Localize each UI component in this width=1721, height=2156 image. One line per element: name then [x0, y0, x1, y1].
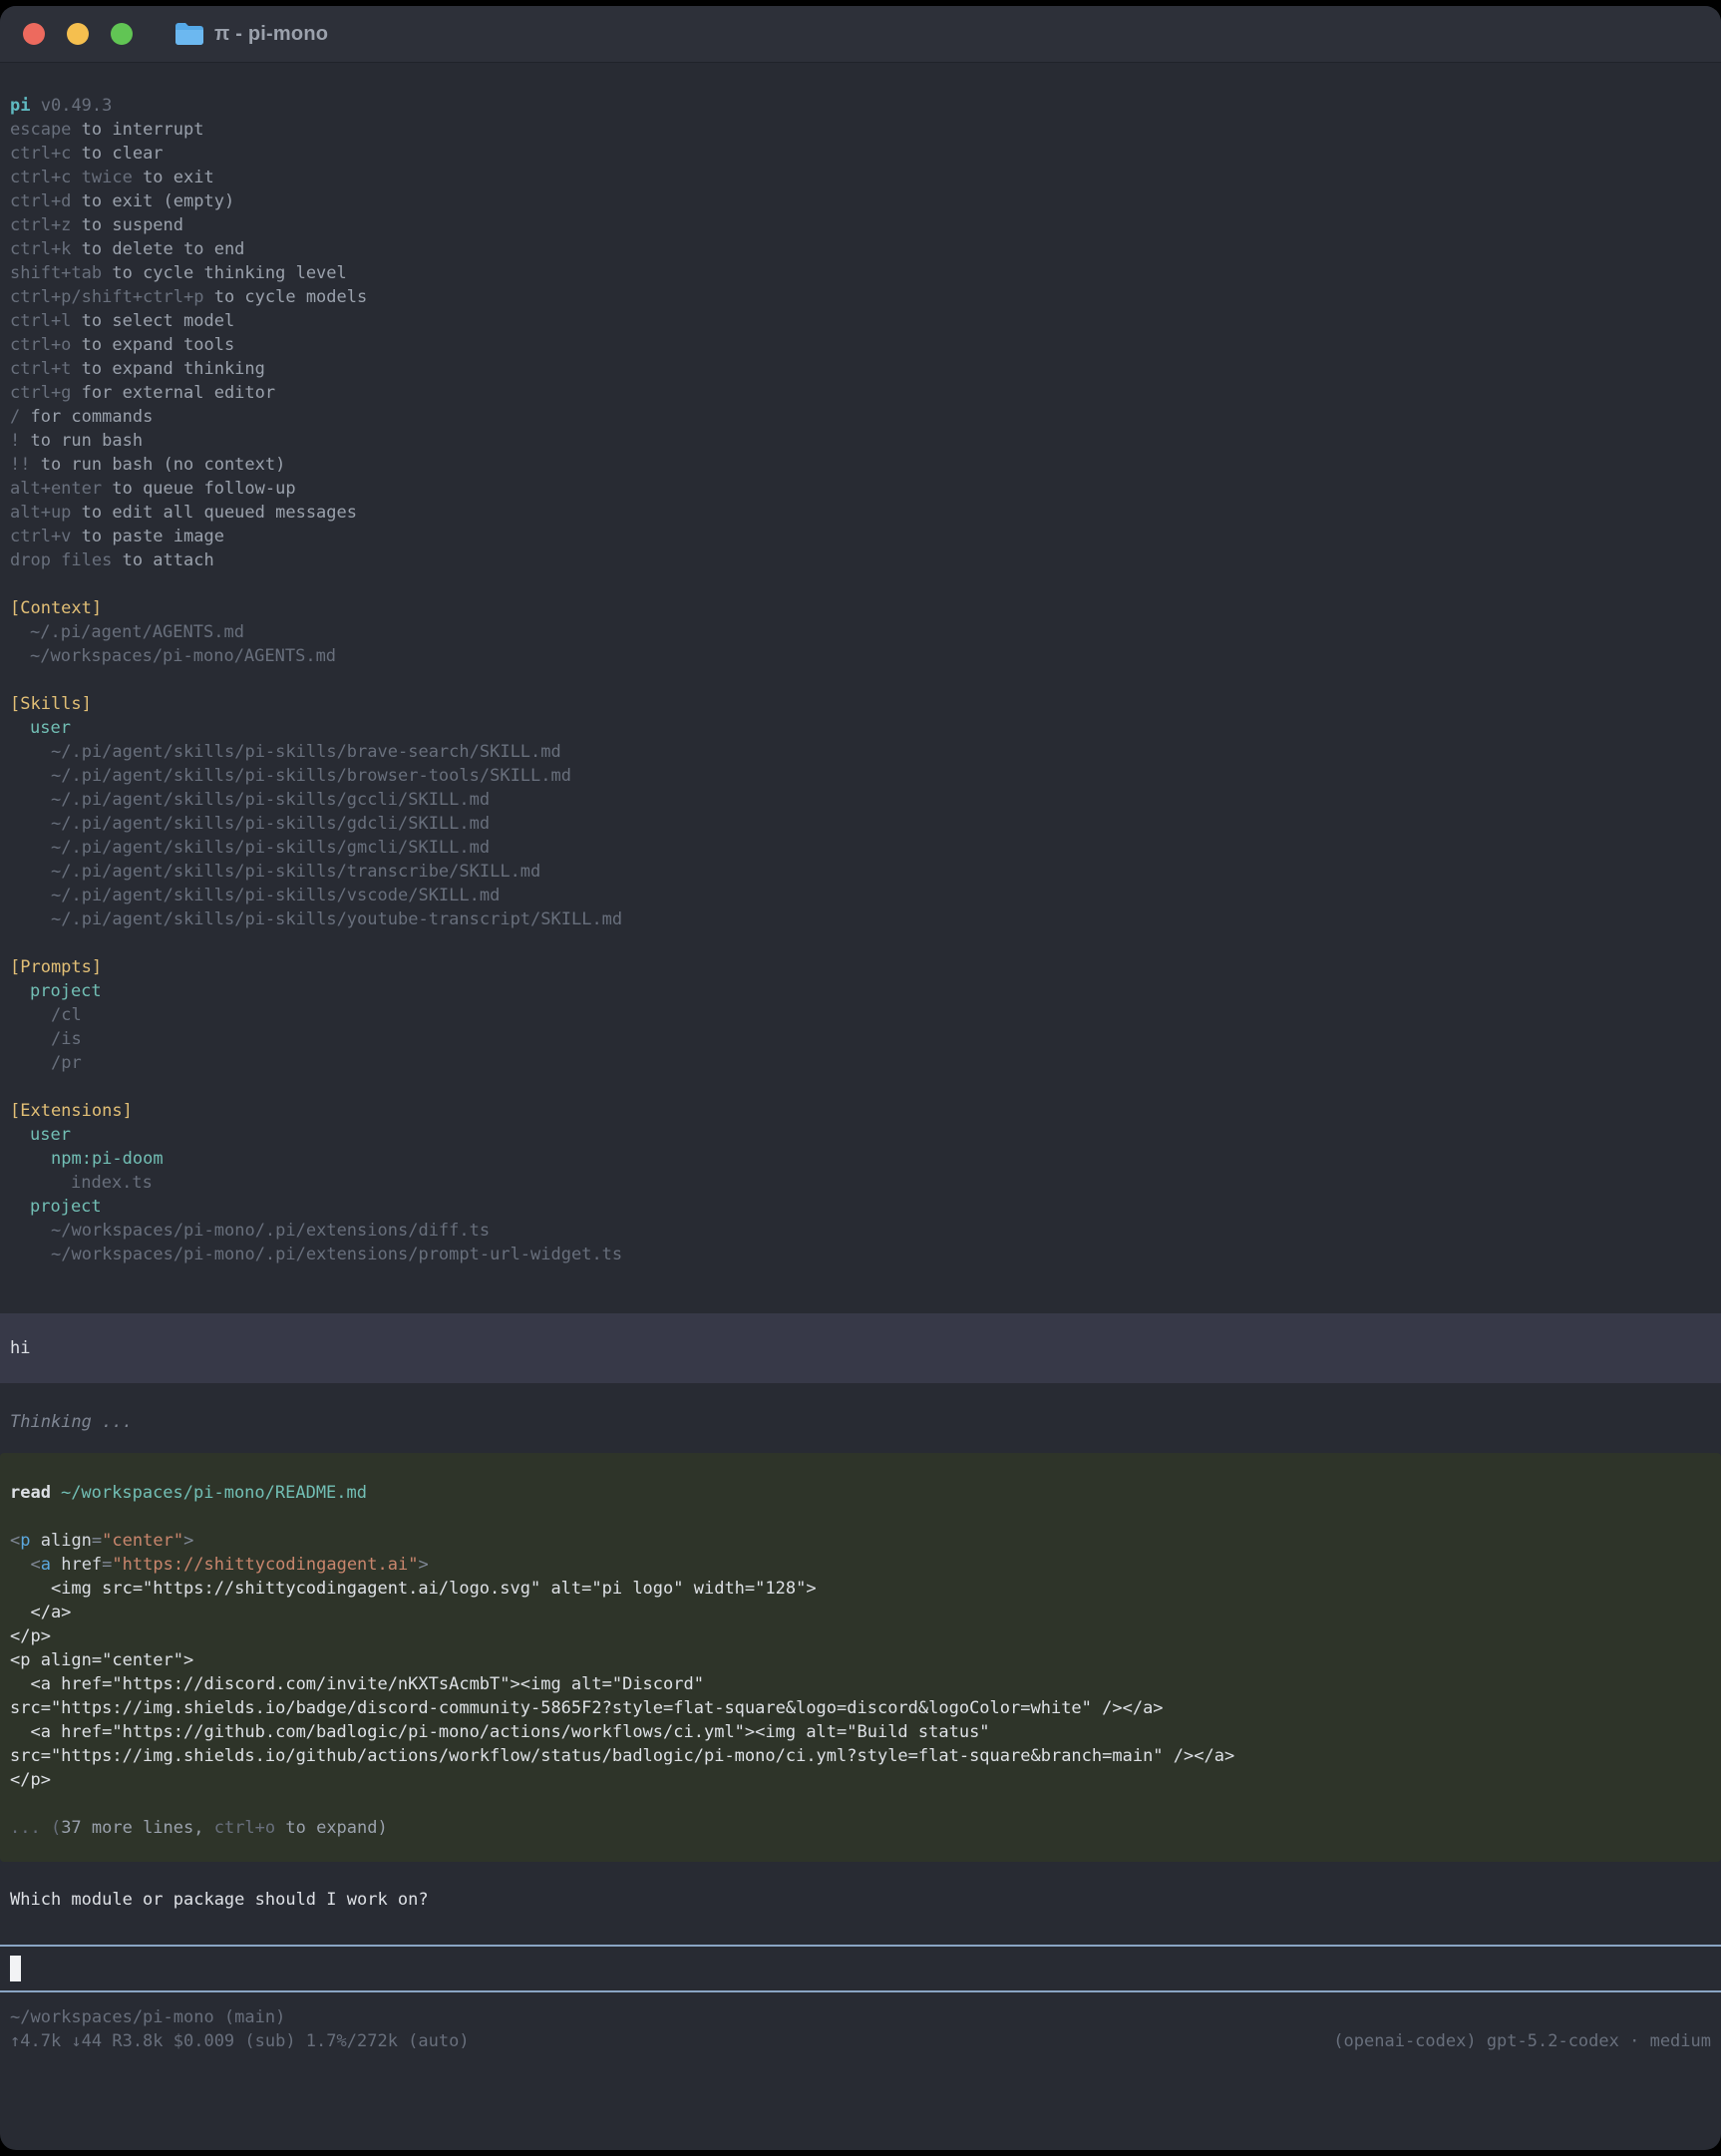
shortcut-line: alt+enter to queue follow-up: [10, 477, 1711, 501]
context-path: ~/.pi/agent/AGENTS.md: [10, 620, 1711, 644]
tree-row: index.ts: [10, 1171, 1711, 1195]
tool-call-header: read ~/workspaces/pi-mono/README.md: [10, 1481, 1711, 1505]
code-line: <img src="https://shittycodingagent.ai/l…: [10, 1577, 1711, 1601]
thinking-indicator: Thinking ...: [10, 1410, 1711, 1434]
skill-path: ~/.pi/agent/skills/pi-skills/youtube-tra…: [10, 907, 1711, 931]
shortcut-line: / for commands: [10, 405, 1711, 429]
shortcut-line: ctrl+t to expand thinking: [10, 357, 1711, 381]
terminal-content: pi v0.49.3 escape to interruptctrl+c to …: [0, 63, 1721, 2053]
code-line: </a>: [10, 1601, 1711, 1624]
extensions-header: [Extensions]: [10, 1099, 1711, 1123]
shortcut-line: ctrl+c to clear: [10, 142, 1711, 166]
text-cursor: [10, 1956, 21, 1981]
status-row: ↑4.7k ↓44 R3.8k $0.009 (sub) 1.7%/272k (…: [10, 2029, 1711, 2053]
shortcut-line: ctrl+d to exit (empty): [10, 189, 1711, 213]
skill-path: ~/.pi/agent/skills/pi-skills/gmcli/SKILL…: [10, 836, 1711, 860]
folder-icon: [174, 22, 204, 46]
tree-row: user: [10, 1123, 1711, 1147]
status-stats: ↑4.7k ↓44 R3.8k $0.009 (sub) 1.7%/272k (…: [10, 2029, 470, 2053]
input-separator-bottom: [0, 1990, 1721, 1992]
code-line: </p>: [10, 1768, 1711, 1792]
skills-section: [Skills] user ~/.pi/agent/skills/pi-skil…: [10, 692, 1711, 931]
minimize-button[interactable]: [67, 23, 89, 45]
window-title: π - pi-mono: [214, 23, 328, 46]
shortcut-line: ctrl+z to suspend: [10, 213, 1711, 237]
skills-header: [Skills]: [10, 692, 1711, 716]
shortcut-line: escape to interrupt: [10, 118, 1711, 142]
app-version-line: pi v0.49.3: [10, 94, 1711, 118]
shortcut-line: ctrl+g for external editor: [10, 381, 1711, 405]
context-path: ~/workspaces/pi-mono/AGENTS.md: [10, 644, 1711, 668]
tree-row: ~/workspaces/pi-mono/.pi/extensions/prom…: [10, 1243, 1711, 1266]
prompts-section: [Prompts] project /cl/is/pr: [10, 955, 1711, 1075]
code-line: <a href="https://discord.com/invite/nKXT…: [10, 1672, 1711, 1696]
skill-path: ~/.pi/agent/skills/pi-skills/vscode/SKIL…: [10, 884, 1711, 907]
tool-name: read: [10, 1483, 51, 1503]
skills-items: ~/.pi/agent/skills/pi-skills/brave-searc…: [10, 740, 1711, 931]
shortcut-line: drop files to attach: [10, 548, 1711, 572]
shortcut-list: escape to interruptctrl+c to clearctrl+c…: [10, 118, 1711, 572]
app-version: [30, 96, 40, 116]
context-section: [Context] ~/.pi/agent/AGENTS.md~/workspa…: [10, 596, 1711, 668]
shortcut-line: ctrl+c twice to exit: [10, 166, 1711, 189]
status-bar: ~/workspaces/pi-mono (main) ↑4.7k ↓44 R3…: [10, 2005, 1711, 2053]
desktop-background: { "window": { "title": "π - pi-mono" }, …: [0, 0, 1721, 2156]
shortcut-line: ctrl+l to select model: [10, 309, 1711, 333]
zoom-button[interactable]: [111, 23, 133, 45]
context-items: ~/.pi/agent/AGENTS.md~/workspaces/pi-mon…: [10, 620, 1711, 668]
context-header: [Context]: [10, 596, 1711, 620]
assistant-question: Which module or package should I work on…: [10, 1888, 1711, 1912]
shortcut-line: ctrl+v to paste image: [10, 525, 1711, 548]
code-line: <a href="https://github.com/badlogic/pi-…: [10, 1720, 1711, 1744]
shortcut-line: ctrl+k to delete to end: [10, 237, 1711, 261]
code-line: src="https://img.shields.io/github/actio…: [10, 1744, 1711, 1768]
terminal-window: π - pi-mono pi v0.49.3 escape to interru…: [0, 6, 1721, 2150]
prompt-input[interactable]: [10, 1947, 1711, 1990]
extensions-rows: usernpm:pi-doomindex.tsproject~/workspac…: [10, 1123, 1711, 1266]
status-model: (openai-codex) gpt-5.2-codex · medium: [1333, 2029, 1711, 2053]
window-titlebar[interactable]: π - pi-mono: [0, 6, 1721, 63]
tree-row: project: [10, 1195, 1711, 1219]
code-line: <p align="center">: [10, 1529, 1711, 1553]
shortcut-line: alt+up to edit all queued messages: [10, 501, 1711, 525]
code-line: <a href="https://shittycodingagent.ai">: [10, 1553, 1711, 1577]
shortcut-line: shift+tab to cycle thinking level: [10, 261, 1711, 285]
tree-row: npm:pi-doom: [10, 1147, 1711, 1171]
prompts-header: [Prompts]: [10, 955, 1711, 979]
shortcut-line: ! to run bash: [10, 429, 1711, 453]
prompts-items: /cl/is/pr: [10, 1003, 1711, 1075]
skills-group: user: [10, 716, 1711, 740]
prompt-command: /pr: [10, 1051, 1711, 1075]
close-button[interactable]: [23, 23, 45, 45]
prompts-group: project: [10, 979, 1711, 1003]
truncation-notice: ... (37 more lines, ctrl+o to expand): [10, 1816, 1711, 1840]
shortcut-line: ctrl+o to expand tools: [10, 333, 1711, 357]
readme-code-block: <p align="center"> <a href="https://shit…: [10, 1529, 1711, 1792]
extensions-section: [Extensions] usernpm:pi-doomindex.tsproj…: [10, 1099, 1711, 1266]
user-message-text: hi: [10, 1336, 30, 1360]
skill-path: ~/.pi/agent/skills/pi-skills/gdcli/SKILL…: [10, 812, 1711, 836]
shortcut-line: !! to run bash (no context): [10, 453, 1711, 477]
code-line: ... (37 more lines, ctrl+o to expand): [10, 1816, 1711, 1840]
app-name: pi: [10, 96, 30, 116]
skill-path: ~/.pi/agent/skills/pi-skills/brave-searc…: [10, 740, 1711, 764]
read-tool-output: read ~/workspaces/pi-mono/README.md <p al…: [0, 1453, 1721, 1862]
tree-row: ~/workspaces/pi-mono/.pi/extensions/diff…: [10, 1219, 1711, 1243]
shortcut-line: ctrl+p/shift+ctrl+p to cycle models: [10, 285, 1711, 309]
prompt-command: /is: [10, 1027, 1711, 1051]
code-line: <p align="center">: [10, 1648, 1711, 1672]
prompt-command: /cl: [10, 1003, 1711, 1027]
tool-path: ~/workspaces/pi-mono/README.md: [61, 1483, 367, 1503]
code-line: </p>: [10, 1624, 1711, 1648]
skill-path: ~/.pi/agent/skills/pi-skills/browser-too…: [10, 764, 1711, 788]
status-cwd: ~/workspaces/pi-mono (main): [10, 2005, 1711, 2029]
user-message: hi: [0, 1313, 1721, 1383]
skill-path: ~/.pi/agent/skills/pi-skills/gccli/SKILL…: [10, 788, 1711, 812]
code-line: src="https://img.shields.io/badge/discor…: [10, 1696, 1711, 1720]
skill-path: ~/.pi/agent/skills/pi-skills/transcribe/…: [10, 860, 1711, 884]
